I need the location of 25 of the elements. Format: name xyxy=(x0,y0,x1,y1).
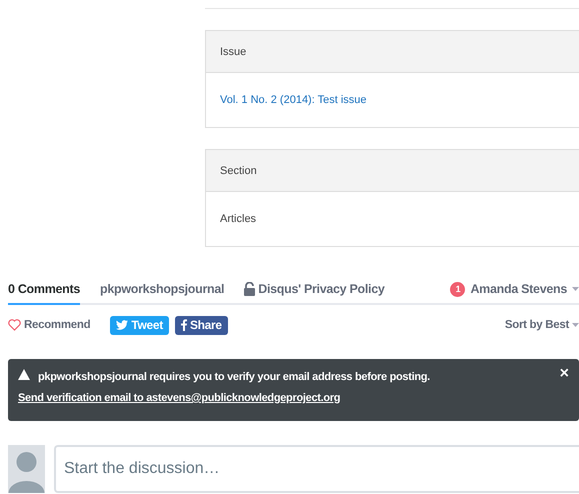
caret-icon xyxy=(572,286,579,292)
close-button[interactable]: × xyxy=(556,365,573,383)
comments-tab[interactable]: 0 Comments xyxy=(8,275,80,305)
panel-heading: Issue xyxy=(206,31,579,73)
sort-menu[interactable]: Sort by Best xyxy=(504,319,579,331)
user-menu[interactable]: 1 Amanda Stevens xyxy=(450,274,579,304)
privacy-link[interactable]: Disqus' Privacy Policy xyxy=(244,274,385,304)
avatar-icon xyxy=(8,445,45,493)
warning-icon xyxy=(18,369,30,380)
panel-value: Articles xyxy=(219,212,258,227)
bird-icon xyxy=(116,320,128,330)
share-button[interactable]: Share xyxy=(174,316,228,334)
recommend-button[interactable]: Recommend xyxy=(8,319,90,331)
issue-link[interactable]: Vol. 1 No. 2 (2014): Test issue xyxy=(206,73,579,127)
verification-link[interactable]: Send verification email to astevens@publicknowledgeproject.org xyxy=(18,392,340,404)
comment-field[interactable]: Start the discussion… xyxy=(54,445,579,493)
heart-icon xyxy=(8,319,21,331)
tweet-button[interactable]: Tweet xyxy=(110,316,169,334)
padlock-icon xyxy=(244,282,256,296)
caret-icon xyxy=(572,322,579,328)
panel-heading: Section xyxy=(206,150,579,192)
notification-badge: 1 xyxy=(450,282,466,296)
letter-f-icon xyxy=(180,319,187,331)
alert-message: pkpworkshopsjournal requires you to verify your email address before posting. Send verification email to astevens@publicknowledgeproject.org xyxy=(18,371,430,404)
comments-tab[interactable]: pkpworkshopsjournal xyxy=(100,275,224,305)
